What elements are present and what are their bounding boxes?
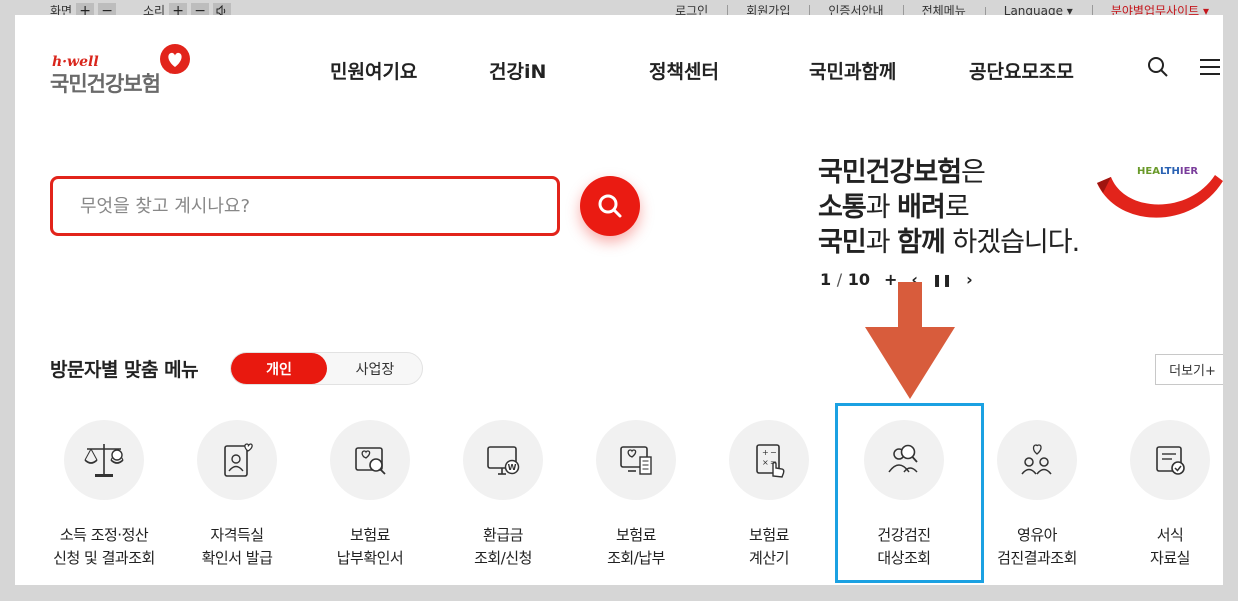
banner-bold: 함께 [897,227,946,258]
banner-text: 국민건강보험은 소통과 배려로 국민과 함께 하겠습니다. [818,155,1080,260]
nav-item-together[interactable]: 국민과함께 [809,57,896,84]
scale-icon [84,444,124,477]
menu-label-line: 서식 [1156,526,1184,544]
menu-label-line: 보험료 [350,526,390,544]
svg-text:W: W [508,463,517,472]
down-arrow-annotation [865,282,955,399]
menu-label-line: 보험료 [749,526,789,544]
menu-item-premium-payment[interactable]: 보험료조회/납부 [574,420,698,570]
search-icon [598,194,622,218]
monitor-coin-icon: W [487,446,520,475]
heart-logo-icon [160,44,190,74]
menu-label-line: 환급금 [483,526,523,544]
logo-ko: 국민건강보험 [50,72,161,96]
search-box [50,176,560,236]
menu-icon-circle [330,420,410,500]
visitor-type-toggle: 개인 사업장 [230,352,423,385]
menu-label-line: 조회/납부 [607,549,665,567]
menu-label: 자격득실확인서 발급 [175,524,299,570]
menu-item-income-adjust[interactable]: 소득 조정·정산신청 및 결과조회 [42,420,166,570]
document-search-icon [355,447,386,475]
menu-label: 서식자료실 [1108,524,1223,570]
banner-bold: 국민건강보험 [818,157,962,188]
menu-label-line: 계산기 [749,549,789,567]
page-current: 1 [820,270,832,289]
nav-item-health[interactable]: 건강iN [489,57,546,84]
banner-bold: 국민 [818,227,867,258]
banner-text-part: 과 [865,192,898,223]
menu-label: 보험료납부확인서 [308,524,432,570]
ribbon-text-part: LTH [1159,166,1180,177]
menu-label-line: 조회/신청 [474,549,532,567]
menu-icon-circle [997,420,1077,500]
nav-item-about[interactable]: 공단요모조모 [969,57,1074,84]
menu-label: 영유아검진결과조회 [975,524,1099,570]
more-button[interactable]: 더보기+ [1155,354,1223,385]
search-input[interactable] [53,179,557,233]
banner-text-part: 과 [865,227,898,258]
menu-label: 보험료조회/납부 [574,524,698,570]
menu-label: 소득 조정·정산신청 및 결과조회 [42,524,166,570]
menu-icon-circle: + − × = [729,420,809,500]
menu-label-line: 자격득실 [210,526,264,544]
search-button[interactable] [580,176,640,236]
nav-item-civil[interactable]: 민원여기요 [330,57,417,84]
menu-icon-circle: W [463,420,543,500]
svg-text:−: − [770,448,777,457]
banner-next-button[interactable]: › [966,270,973,289]
menu-label-line: 확인서 발급 [201,549,273,567]
banner-bold: 배려 [897,192,946,223]
menu-item-premium-receipt[interactable]: 보험료납부확인서 [308,420,432,570]
banner-bold: 소통 [818,192,867,223]
menu-icon-circle [1130,420,1210,500]
healthier-label: HEALTHIER [1137,166,1198,177]
bill-icon [620,446,652,475]
menu-label-line: 검진결과조회 [997,549,1077,567]
logo[interactable]: h·well 국민건강보험 [50,44,200,96]
page-sep: / [836,270,843,289]
ribbon-text-part: IER [1179,166,1199,177]
menu-item-refund[interactable]: W 환급금조회/신청 [441,420,565,570]
banner-text-part: 은 [961,157,986,188]
highlight-box-annotation [835,403,984,583]
menu-label-line: 자료실 [1150,549,1190,567]
menu-icon-circle [596,420,676,500]
id-card-icon [224,443,253,477]
nav-item-policy[interactable]: 정책센터 [649,57,719,84]
tab-business[interactable]: 사업장 [327,353,423,384]
svg-text:+: + [762,448,769,457]
menu-label-line: 납부확인서 [336,549,404,567]
menu-label: 보험료계산기 [707,524,831,570]
section-title: 방문자별 맞춤 메뉴 [50,359,199,381]
hamburger-menu-icon[interactable] [1198,55,1222,79]
main-frame: h·well 국민건강보험 민원여기요 건강iN 정책센터 국민과함께 공단요모… [15,15,1223,585]
menu-item-calculator[interactable]: + − × = 보험료계산기 [707,420,831,570]
menu-icon-circle [197,420,277,500]
tab-personal[interactable]: 개인 [231,353,327,384]
banner-pager: 1 / 10 [820,270,870,289]
banner-text-part: 하겠습니다. [944,227,1080,258]
menu-label-line: 신청 및 결과조회 [53,549,155,567]
form-icon [1156,446,1185,475]
healthier-ribbon-graphic [1097,175,1223,218]
menu-label-line: 보험료 [616,526,656,544]
calculator-icon: + − × = [756,444,785,478]
menu-label-line: 소득 조정·정산 [59,526,149,544]
menu-label-line: 영유아 [1017,526,1057,544]
svg-text:×: × [762,458,769,467]
menu-icon-circle [64,420,144,500]
menu-label: 환급금조회/신청 [441,524,565,570]
menu-item-infant-checkup[interactable]: 영유아검진결과조회 [975,420,1099,570]
family-icon [1021,444,1052,475]
menu-item-qualification[interactable]: 자격득실확인서 발급 [175,420,299,570]
ribbon-text-part: HEA [1137,166,1160,177]
search-icon[interactable] [1146,55,1170,79]
banner-text-part: 로 [944,192,970,223]
menu-item-forms[interactable]: 서식자료실 [1108,420,1223,570]
